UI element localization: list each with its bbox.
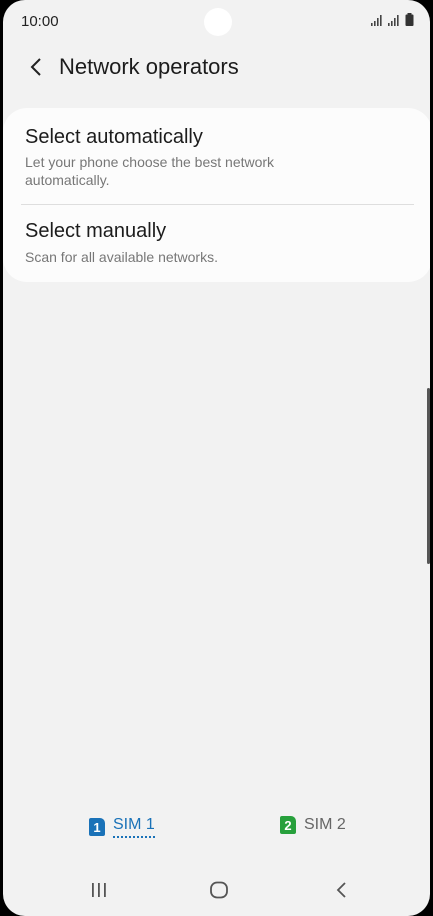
scrollbar[interactable] <box>427 388 430 564</box>
status-time: 10:00 <box>21 13 59 30</box>
sim-1-badge: 1 <box>89 818 105 836</box>
phone-screen: 10:00 Network operators Select automatic… <box>3 0 430 916</box>
recent-apps-icon <box>92 883 106 897</box>
select-automatically-option[interactable]: Select automatically Let your phone choo… <box>3 108 430 204</box>
chevron-left-icon <box>30 58 41 76</box>
status-icons <box>371 13 414 26</box>
back-button[interactable] <box>21 52 51 82</box>
divider <box>21 204 414 205</box>
app-header: Network operators <box>3 48 430 88</box>
sim-1-label: SIM 1 <box>113 816 155 838</box>
recent-apps-button[interactable] <box>79 876 119 904</box>
signal-icon <box>371 15 382 26</box>
signal-icon <box>388 15 399 26</box>
option-title: Select manually <box>25 220 167 242</box>
sim-2-badge: 2 <box>280 816 296 834</box>
tab-sim-2[interactable]: 2 SIM 2 <box>280 816 346 834</box>
home-icon <box>210 881 228 899</box>
battery-icon <box>405 13 414 26</box>
select-manually-option[interactable]: Select manually Scan for all available n… <box>3 206 430 282</box>
page-title: Network operators <box>59 54 239 79</box>
sim-2-label: SIM 2 <box>304 816 346 833</box>
sim-tabs: 1 SIM 1 2 SIM 2 <box>3 812 430 848</box>
navigation-bar <box>3 866 430 914</box>
network-options-card: Select automatically Let your phone choo… <box>3 108 430 282</box>
option-description: Let your phone choose the best network a… <box>25 154 275 188</box>
front-camera <box>204 8 232 36</box>
option-description: Scan for all available networks. <box>25 249 218 265</box>
tab-sim-1[interactable]: 1 SIM 1 <box>89 816 155 838</box>
status-bar: 10:00 <box>3 0 430 44</box>
nav-back-button[interactable] <box>321 876 361 904</box>
nav-back-icon <box>336 882 346 898</box>
option-title: Select automatically <box>25 126 203 148</box>
home-button[interactable] <box>199 876 239 904</box>
